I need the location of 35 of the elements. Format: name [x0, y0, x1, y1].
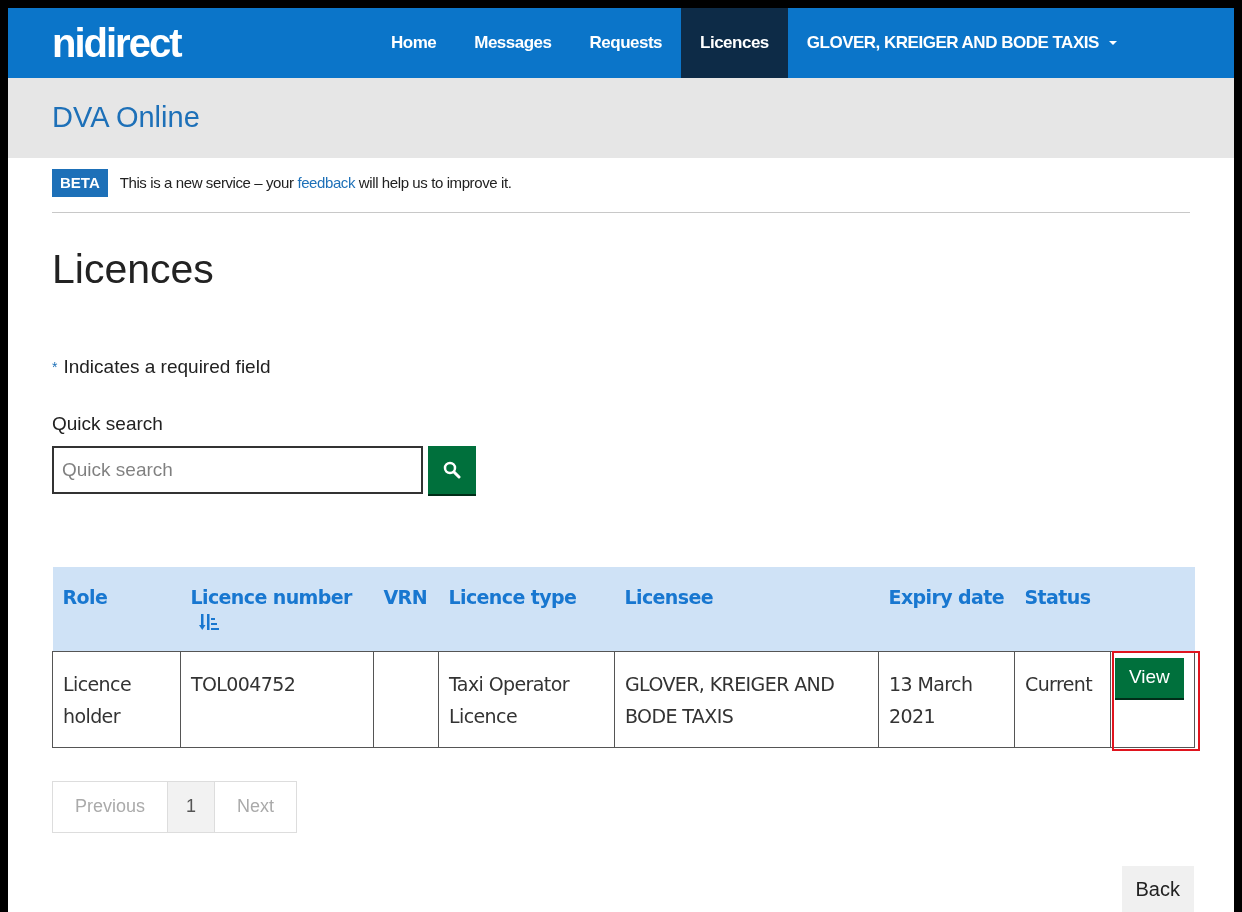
table-cell: GLOVER, KREIGER AND BODE TAXIS [614, 651, 879, 747]
account-menu[interactable]: GLOVER, KREIGER AND BODE TAXIS [787, 8, 1136, 78]
sort-icon[interactable] [198, 613, 219, 631]
column-header: Status [1024, 586, 1091, 608]
beta-tag: BETA [52, 168, 108, 198]
column-header[interactable]: Licence number [190, 586, 352, 608]
nav-link[interactable]: Home [372, 8, 456, 78]
table-cell: TOL004752 [180, 651, 374, 747]
back-button[interactable]: Back [1121, 865, 1194, 912]
column-header: Licence type [448, 586, 577, 608]
table-cell: 13 March 2021 [878, 651, 1015, 747]
search-button[interactable] [428, 446, 476, 494]
field-label: Quick search [52, 411, 164, 436]
column-header: Expiry date [888, 586, 1004, 608]
service-title: DVA Online [52, 100, 200, 136]
column-header: Role [62, 586, 108, 608]
view-button[interactable]: View [1115, 657, 1184, 698]
required-note: Indicates a required field [63, 355, 271, 379]
column-header: VRN [383, 586, 427, 608]
beta-message: This is a new service – your feedback will help us to improve it. [119, 172, 512, 193]
nav-link[interactable]: Messages [455, 8, 571, 78]
page-heading: Licences [52, 245, 215, 293]
search-icon [443, 461, 461, 479]
search-field[interactable]: Quick search [52, 446, 423, 494]
column-header: Licensee [624, 586, 714, 608]
table-cell: Licence holder [52, 651, 181, 747]
site-logo[interactable]: nidirect [8, 8, 372, 78]
nav-link[interactable]: Requests [570, 8, 682, 78]
feedback-link[interactable]: feedback [297, 173, 356, 191]
table-cell: Current [1014, 651, 1111, 747]
required-marker: * [52, 357, 58, 377]
nav-link[interactable]: Licences [681, 8, 788, 78]
page-number[interactable]: 1 [167, 780, 216, 833]
caret-icon [1108, 41, 1117, 45]
table-cell: Taxi Operator Licence [438, 651, 615, 747]
